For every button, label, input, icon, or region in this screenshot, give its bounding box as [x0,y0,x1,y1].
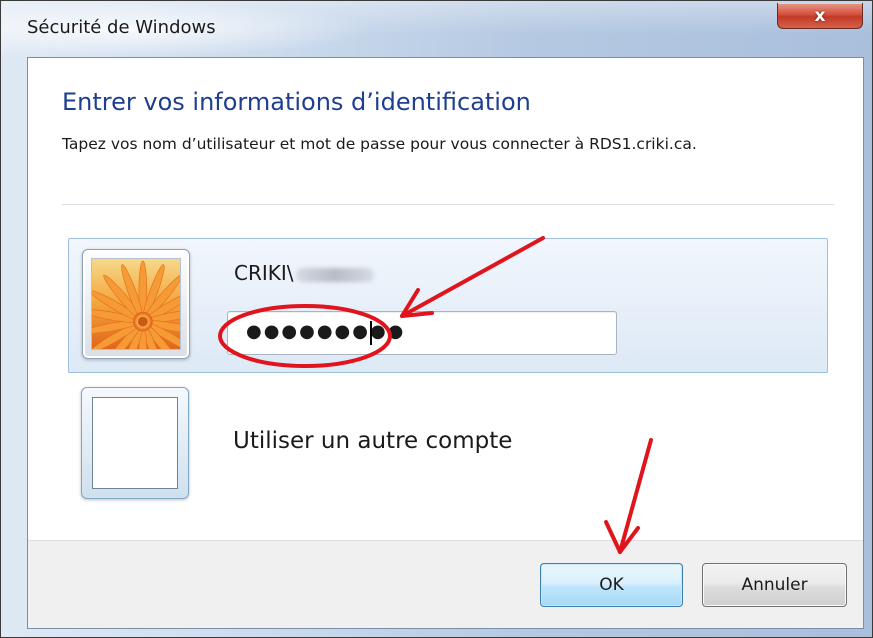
username-text: CRIKI\ [234,261,294,285]
dialog-description: Tapez vos nom d’utilisateur et mot de pa… [62,135,697,153]
avatar [82,249,190,359]
separator [62,204,834,205]
title-bar[interactable]: Sécurité de Windows x [1,1,872,57]
close-icon: x [814,5,826,26]
password-mask: ●●●●●●●●● [246,321,406,342]
orange-flower-icon [91,258,181,350]
other-account-label: Utiliser un autre compte [233,428,513,454]
ok-button[interactable]: OK [540,563,683,607]
close-button[interactable]: x [777,3,863,29]
other-account-tile[interactable]: Utiliser un autre compte [68,383,828,503]
blank-user-icon-inner [92,397,178,489]
text-caret [370,321,372,345]
windows-security-dialog: Sécurité de Windows x Entrer vos informa… [0,0,873,638]
button-bar: OK Annuler [28,540,863,628]
window-title: Sécurité de Windows [27,17,216,38]
redacted-username [295,267,374,282]
credential-tile-selected[interactable]: CRIKI\ ●●●●●●●●● [68,238,828,373]
blank-user-icon [81,387,189,499]
password-input[interactable]: ●●●●●●●●● [227,311,617,355]
dialog-body: Entrer vos informations d’identification… [27,57,864,629]
dialog-heading: Entrer vos informations d’identification [62,88,531,116]
cancel-button[interactable]: Annuler [702,563,847,607]
username-label: CRIKI\ [234,261,374,285]
